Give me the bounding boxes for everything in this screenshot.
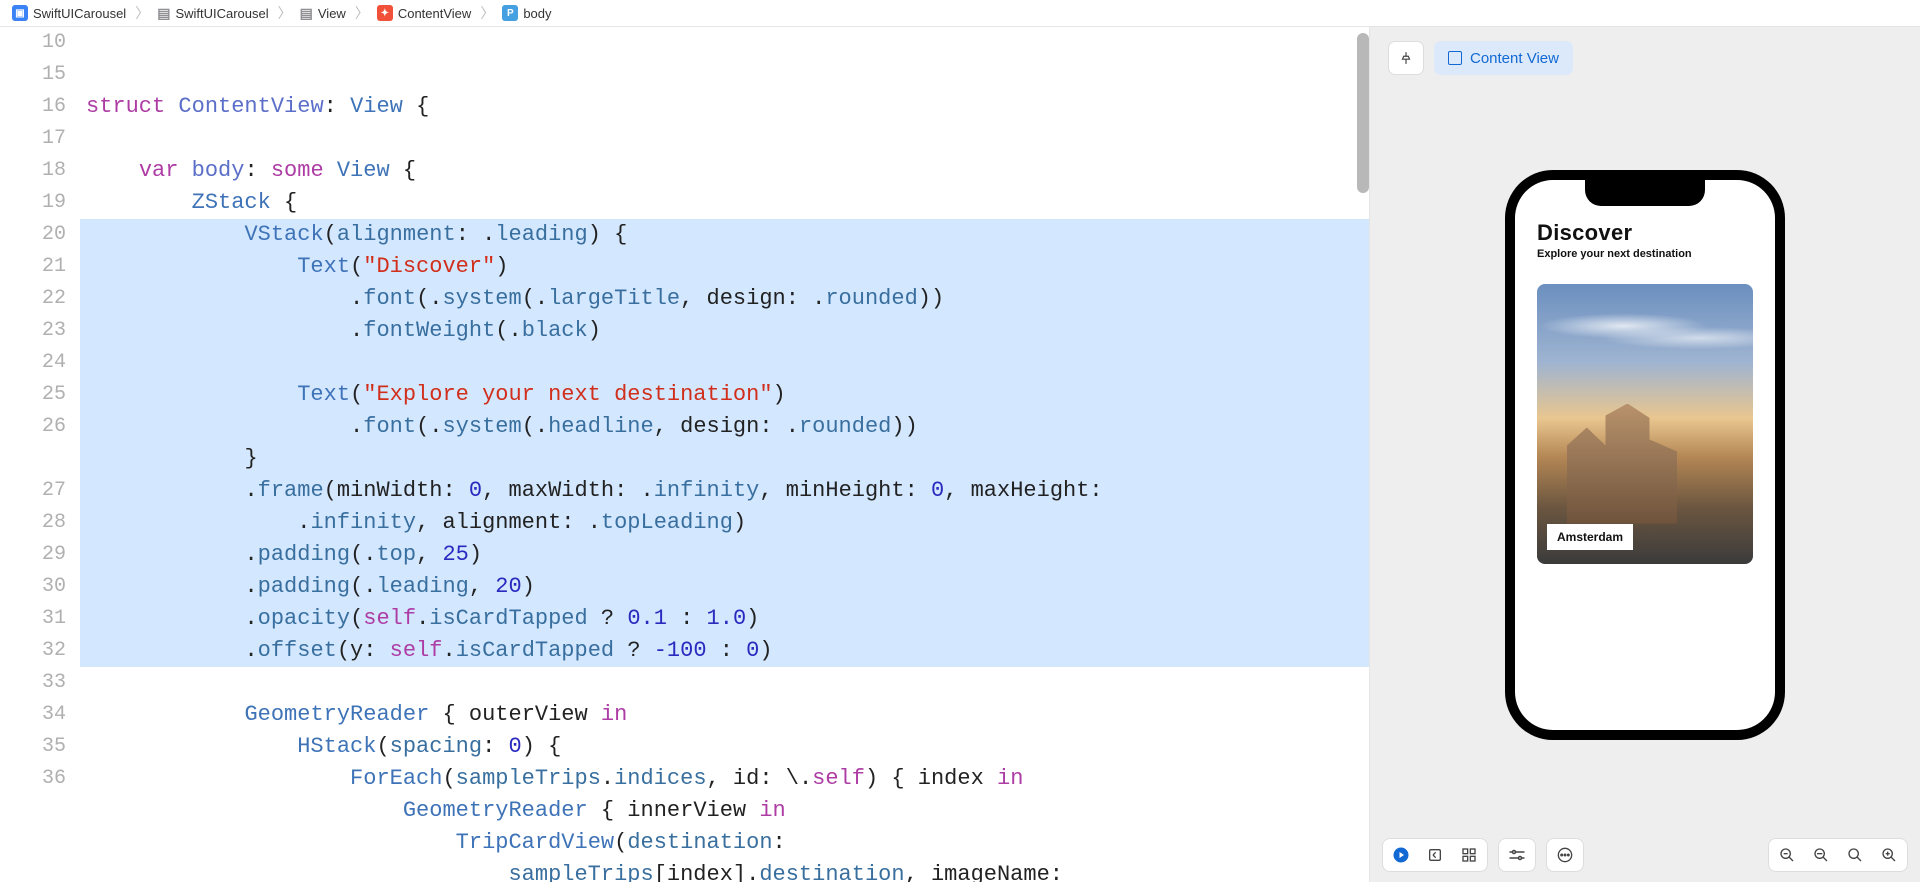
device-screen[interactable]: Discover Explore your next destination A… [1515,180,1775,730]
code-line[interactable]: var body: some View { [80,155,1369,187]
card-sky [1537,296,1753,356]
device-settings-button[interactable] [1505,843,1529,867]
preview-title: Discover [1537,220,1632,246]
chevron-icon: 〉 [274,3,292,23]
zoom-out-button[interactable] [1775,843,1799,867]
code-line[interactable] [80,347,1369,379]
crumb-label: SwiftUICarousel [175,6,268,21]
zoom-fit-button[interactable] [1809,843,1833,867]
code-line[interactable]: .padding(.leading, 20) [80,571,1369,603]
card-skyline [1567,404,1677,524]
crumb-label: body [523,6,551,21]
device-frame: Discover Explore your next destination A… [1505,170,1785,740]
code-line[interactable]: VStack(alignment: .leading) { [80,219,1369,251]
pin-icon [1399,51,1413,65]
chevron-icon: 〉 [131,3,149,23]
preview-label: Content View [1470,50,1559,67]
scrollbar-thumb[interactable] [1357,33,1369,193]
pin-button[interactable] [1388,41,1424,75]
code-line[interactable]: .frame(minWidth: 0, maxWidth: .infinity,… [80,475,1369,507]
folder-icon: ▤ [300,5,313,21]
zoom-out-icon [1779,847,1795,863]
property-icon: P [502,5,518,21]
code-line[interactable]: sampleTrips[index].destination, imageNam… [80,859,1369,882]
code-line[interactable]: TripCardView(destination: [80,827,1369,859]
code-editor[interactable]: 1015161718192021222324252627282930313233… [0,27,1370,882]
code-line[interactable]: .font(.system(.largeTitle, design: .roun… [80,283,1369,315]
crumb-symbol[interactable]: P body [498,5,555,21]
trip-card[interactable]: Amsterdam [1537,284,1753,564]
preview-subtitle: Explore your next destination [1537,248,1692,260]
zoom-in-button[interactable] [1877,843,1901,867]
code-line[interactable]: Text("Discover") [80,251,1369,283]
device-notch [1585,180,1705,206]
card-label: Amsterdam [1547,524,1633,550]
code-line[interactable]: .font(.system(.headline, design: .rounde… [80,411,1369,443]
zoom-actual-button[interactable] [1843,843,1867,867]
code-line[interactable]: GeometryReader { outerView in [80,699,1369,731]
crumb-label: SwiftUICarousel [33,6,126,21]
selectable-button[interactable] [1423,843,1447,867]
play-icon [1392,846,1410,864]
code-line[interactable] [80,667,1369,699]
breadcrumb[interactable]: ▣ SwiftUICarousel 〉 ▤ SwiftUICarousel 〉 … [0,0,1920,27]
code-line[interactable]: .fontWeight(.black) [80,315,1369,347]
code-line[interactable]: struct ContentView: View { [80,91,1369,123]
folder-icon: ▤ [157,5,170,21]
code-line[interactable]: } [80,443,1369,475]
swift-icon: ✦ [377,5,393,21]
chevron-icon: 〉 [476,3,494,23]
crumb-label: ContentView [398,6,471,21]
preview-chip[interactable]: Content View [1434,41,1573,75]
code-line[interactable]: .infinity, alignment: .topLeading) [80,507,1369,539]
project-icon: ▣ [12,5,28,21]
code-line[interactable]: ForEach(sampleTrips.indices, id: \.self)… [80,763,1369,795]
code-line[interactable]: HStack(spacing: 0) { [80,731,1369,763]
canvas-bottom-toolbar [1382,838,1908,872]
crumb-label: View [318,6,346,21]
preview-canvas: Content View Discover Explore your next … [1370,27,1920,882]
zoom-in-icon [1881,847,1897,863]
zoom-controls [1768,838,1908,872]
code-line[interactable]: .offset(y: self.isCardTapped ? -100 : 0) [80,635,1369,667]
code-line[interactable]: .padding(.top, 25) [80,539,1369,571]
zoom-actual-icon [1847,847,1863,863]
code-line[interactable] [80,123,1369,155]
more-button[interactable] [1553,843,1577,867]
ellipsis-icon [1557,847,1573,863]
chevron-icon: 〉 [351,3,369,23]
live-button[interactable] [1389,843,1413,867]
crumb-target[interactable]: ▤ SwiftUICarousel 〉 [153,3,295,23]
code-line[interactable]: .opacity(self.isCardTapped ? 0.1 : 1.0) [80,603,1369,635]
code-line[interactable]: Text("Explore your next destination") [80,379,1369,411]
variants-button[interactable] [1457,843,1481,867]
sliders-icon [1508,848,1526,862]
selectable-icon [1427,847,1443,863]
canvas-controls [1382,838,1488,872]
code-area[interactable]: struct ContentView: View { var body: som… [80,27,1369,882]
line-gutter: 1015161718192021222324252627282930313233… [0,27,80,882]
crumb-folder[interactable]: ▤ View 〉 [296,3,373,23]
crumb-project[interactable]: ▣ SwiftUICarousel 〉 [8,3,153,23]
grid-icon [1461,847,1477,863]
code-line[interactable]: GeometryReader { innerView in [80,795,1369,827]
device-settings [1498,838,1536,872]
more-settings [1546,838,1584,872]
zoom-fit-icon [1813,847,1829,863]
crumb-file[interactable]: ✦ ContentView 〉 [373,3,498,23]
square-icon [1448,51,1462,65]
code-line[interactable]: ZStack { [80,187,1369,219]
